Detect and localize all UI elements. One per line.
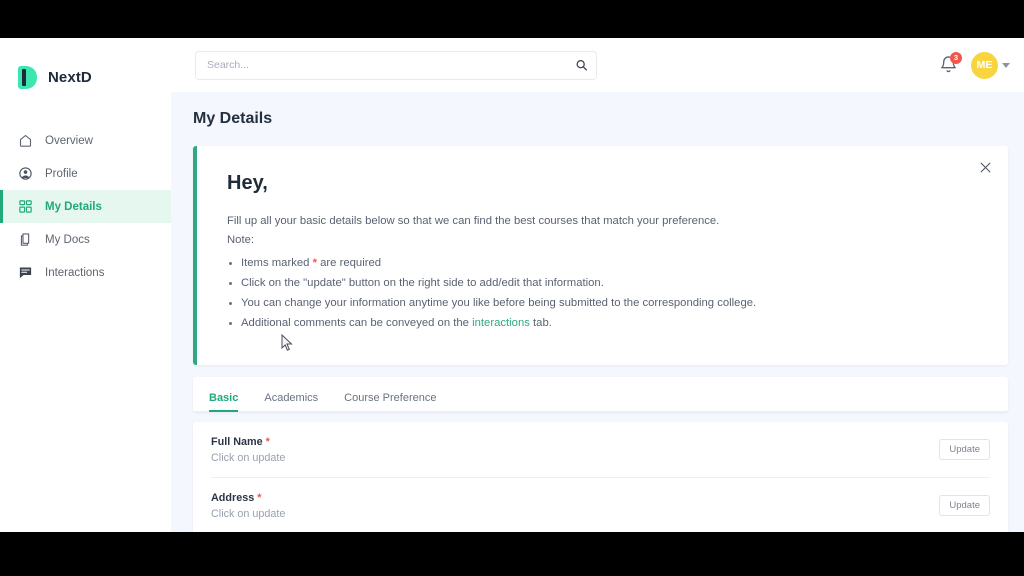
sidebar-item-my-details[interactable]: My Details	[0, 190, 171, 223]
bullet-text-tail: are required	[316, 256, 382, 269]
screen: NextD Overview Profile My Details My Doc…	[0, 0, 1024, 576]
chevron-down-icon[interactable]	[1002, 62, 1010, 68]
search-input[interactable]	[195, 50, 597, 80]
table-row: Address * Click on update Update	[211, 478, 990, 533]
avatar: ME	[971, 51, 998, 79]
banner-bullet-list: Items marked * are required Click on the…	[241, 255, 978, 332]
sidebar-item-interactions[interactable]: Interactions	[0, 256, 171, 289]
tab-course-preference[interactable]: Course Preference	[344, 392, 436, 411]
field-info: Address * Click on update	[211, 492, 285, 520]
info-banner: Hey, Fill up all your basic details belo…	[193, 146, 1008, 365]
basic-details-form: Full Name * Click on update Update Addre…	[193, 421, 1008, 533]
notification-badge: 3	[950, 51, 962, 64]
bullet-text: Additional comments can be conveyed on t…	[241, 316, 473, 329]
field-label: Address *	[211, 492, 285, 504]
sidebar-item-label: Overview	[45, 134, 93, 147]
bullet-text: Items marked	[241, 256, 313, 269]
update-button[interactable]: Update	[939, 495, 990, 516]
field-value: Click on update	[211, 451, 286, 464]
account-menu[interactable]: ME	[971, 51, 1010, 79]
topbar-actions: 3 ME	[939, 51, 1010, 79]
chat-icon	[18, 265, 33, 280]
field-label-text: Full Name	[211, 435, 263, 448]
sidebar-item-overview[interactable]: Overview	[0, 124, 171, 157]
list-item: Click on the "update" button on the righ…	[241, 275, 978, 292]
grid-icon	[18, 199, 33, 214]
browser-viewport: NextD Overview Profile My Details My Doc…	[0, 38, 1024, 532]
close-icon[interactable]	[976, 158, 994, 176]
tabs-panel: Basic Academics Course Preference	[193, 376, 1008, 412]
main-content: My Details Hey, Fill up all your basic d…	[171, 92, 1024, 532]
sidebar-nav: Overview Profile My Details My Docs Inte…	[0, 124, 171, 289]
user-circle-icon	[18, 166, 33, 181]
brand-logo[interactable]: NextD	[0, 38, 171, 96]
search-container	[195, 50, 597, 80]
home-icon	[18, 133, 33, 148]
sidebar-item-label: My Details	[45, 200, 102, 213]
interactions-link[interactable]: interactions	[472, 317, 530, 329]
sidebar-item-my-docs[interactable]: My Docs	[0, 223, 171, 256]
update-button[interactable]: Update	[939, 439, 990, 460]
sidebar-item-label: Interactions	[45, 266, 105, 279]
sidebar-item-label: Profile	[45, 167, 78, 180]
topbar: 3 ME	[171, 38, 1024, 92]
sidebar: NextD Overview Profile My Details My Doc…	[0, 38, 171, 532]
banner-note-label: Note:	[227, 234, 255, 247]
brand-name: NextD	[48, 68, 92, 86]
tab-basic[interactable]: Basic	[209, 392, 239, 412]
bullet-text: You can change your information anytime …	[241, 296, 757, 309]
bullet-text-tail: tab.	[529, 316, 552, 329]
banner-intro: Fill up all your basic details below so …	[227, 215, 720, 227]
tab-bar: Basic Academics Course Preference	[193, 377, 1008, 412]
field-label-text: Address	[211, 491, 255, 504]
field-value: Click on update	[211, 507, 286, 520]
field-info: Full Name * Click on update	[211, 436, 285, 464]
notifications-button[interactable]: 3	[939, 51, 962, 76]
field-label: Full Name *	[211, 436, 285, 448]
required-asterisk: *	[265, 435, 270, 448]
sidebar-item-profile[interactable]: Profile	[0, 157, 171, 190]
tab-academics[interactable]: Academics	[264, 392, 318, 411]
list-item: Items marked * are required	[241, 255, 978, 272]
nextd-logo-icon	[18, 65, 37, 89]
page-title: My Details	[193, 110, 273, 127]
table-row: Full Name * Click on update Update	[211, 422, 990, 478]
banner-heading: Hey,	[227, 172, 268, 194]
list-item: Additional comments can be conveyed on t…	[241, 315, 978, 332]
required-asterisk: *	[257, 491, 262, 504]
list-item: You can change your information anytime …	[241, 295, 978, 312]
bullet-text: Click on the "update" button on the righ…	[241, 276, 604, 289]
sidebar-item-label: My Docs	[45, 233, 90, 246]
documents-icon	[18, 232, 33, 247]
